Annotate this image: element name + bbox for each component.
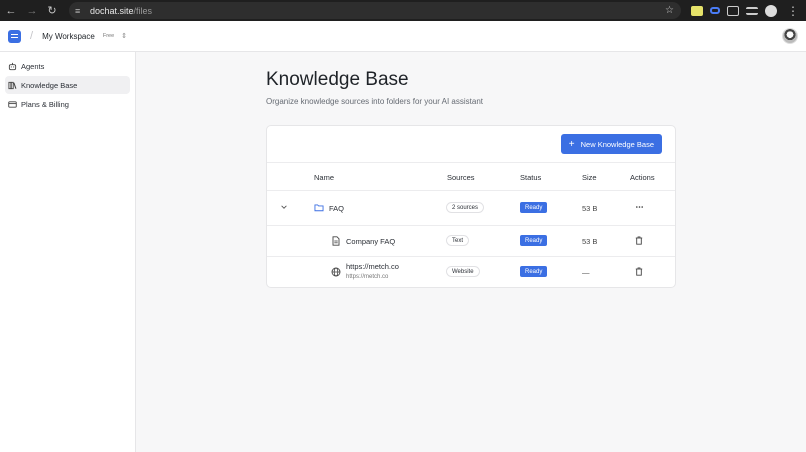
reload-icon[interactable]: ↻ — [45, 4, 59, 17]
plus-icon: + — [568, 138, 575, 150]
workspace-switcher-icon[interactable]: ⇕ — [121, 32, 127, 40]
row-size: 53 B — [582, 237, 598, 246]
extension-icon[interactable] — [710, 7, 720, 14]
site-settings-icon[interactable]: ≡ — [75, 6, 87, 16]
breadcrumb-separator: / — [30, 30, 34, 42]
extensions-puzzle-icon[interactable] — [727, 5, 739, 16]
column-header-status[interactable]: Status — [520, 173, 541, 182]
column-header-sources[interactable]: Sources — [447, 173, 475, 182]
sources-pill: Text — [446, 235, 470, 246]
sidebar: Agents Knowledge Base Plans & Billing — [0, 52, 136, 452]
globe-icon — [331, 267, 341, 277]
browser-toolbar: ← → ↻ ≡ dochat.site/files ☆ ⋮ — [0, 0, 806, 21]
credit-card-icon — [8, 100, 17, 109]
chevron-down-icon[interactable] — [280, 203, 288, 211]
sidebar-item-label: Plans & Billing — [21, 99, 69, 109]
back-icon[interactable]: ← — [4, 5, 18, 17]
column-header-name[interactable]: Name — [314, 173, 334, 182]
knowledge-base-table-card: + New Knowledge Base Name Sources Status… — [266, 125, 676, 288]
workspace-name[interactable]: My Workspace — [42, 32, 95, 41]
bot-icon — [8, 62, 17, 71]
sidebar-item-plans-billing[interactable]: Plans & Billing — [5, 95, 130, 113]
avatar[interactable] — [782, 28, 798, 44]
row-subtext: https://metch.co — [346, 274, 389, 280]
forward-icon[interactable]: → — [25, 5, 39, 17]
row-size: — — [582, 268, 590, 277]
plan-badge: Free — [102, 33, 115, 39]
folder-icon — [314, 203, 324, 212]
page-subtitle: Organize knowledge sources into folders … — [266, 97, 483, 106]
extension-icon[interactable] — [691, 5, 703, 16]
app-logo-icon[interactable] — [8, 29, 21, 43]
app-header: / My Workspace Free ⇕ — [0, 21, 806, 52]
main-content: Knowledge Base Organize knowledge source… — [136, 52, 806, 452]
bookmark-star-icon[interactable]: ☆ — [665, 5, 674, 16]
sidebar-item-label: Agents — [21, 61, 45, 71]
address-bar[interactable]: ≡ dochat.site/files ☆ — [69, 2, 681, 19]
new-knowledge-base-label: New Knowledge Base — [580, 139, 654, 149]
profile-icon[interactable] — [765, 4, 777, 17]
column-header-actions: Actions — [630, 173, 655, 182]
trash-icon[interactable] — [635, 236, 643, 245]
table-row[interactable]: FAQ 2 sources Ready 53 B — [267, 191, 675, 226]
new-knowledge-base-button[interactable]: + New Knowledge Base — [560, 134, 662, 154]
more-icon[interactable] — [635, 203, 644, 211]
reading-list-icon[interactable] — [746, 6, 758, 15]
sources-pill: 2 sources — [446, 202, 485, 213]
book-icon — [8, 81, 17, 90]
status-badge: Ready — [520, 202, 548, 213]
table-header: Name Sources Status Size Actions — [267, 162, 675, 191]
url-host: dochat.site — [90, 5, 134, 16]
row-name[interactable]: Company FAQ — [346, 237, 395, 246]
sidebar-item-label: Knowledge Base — [21, 80, 78, 90]
browser-menu-icon[interactable]: ⋮ — [787, 4, 799, 18]
url-path: /files — [133, 5, 153, 16]
table-row[interactable]: https://metch.co https://metch.co Websit… — [267, 257, 675, 288]
table-row[interactable]: Company FAQ Text Ready 53 B — [267, 226, 675, 257]
status-badge: Ready — [520, 235, 548, 246]
row-name[interactable]: https://metch.co — [346, 262, 399, 271]
column-header-size[interactable]: Size — [582, 173, 597, 182]
status-badge: Ready — [520, 266, 548, 277]
row-size: 53 B — [582, 204, 598, 213]
sources-pill: Website — [446, 266, 480, 277]
row-name[interactable]: FAQ — [329, 204, 344, 213]
trash-icon[interactable] — [635, 267, 643, 276]
page-title: Knowledge Base — [266, 69, 409, 90]
sidebar-item-knowledge-base[interactable]: Knowledge Base — [5, 76, 130, 94]
document-icon — [332, 236, 340, 246]
sidebar-item-agents[interactable]: Agents — [5, 57, 130, 75]
